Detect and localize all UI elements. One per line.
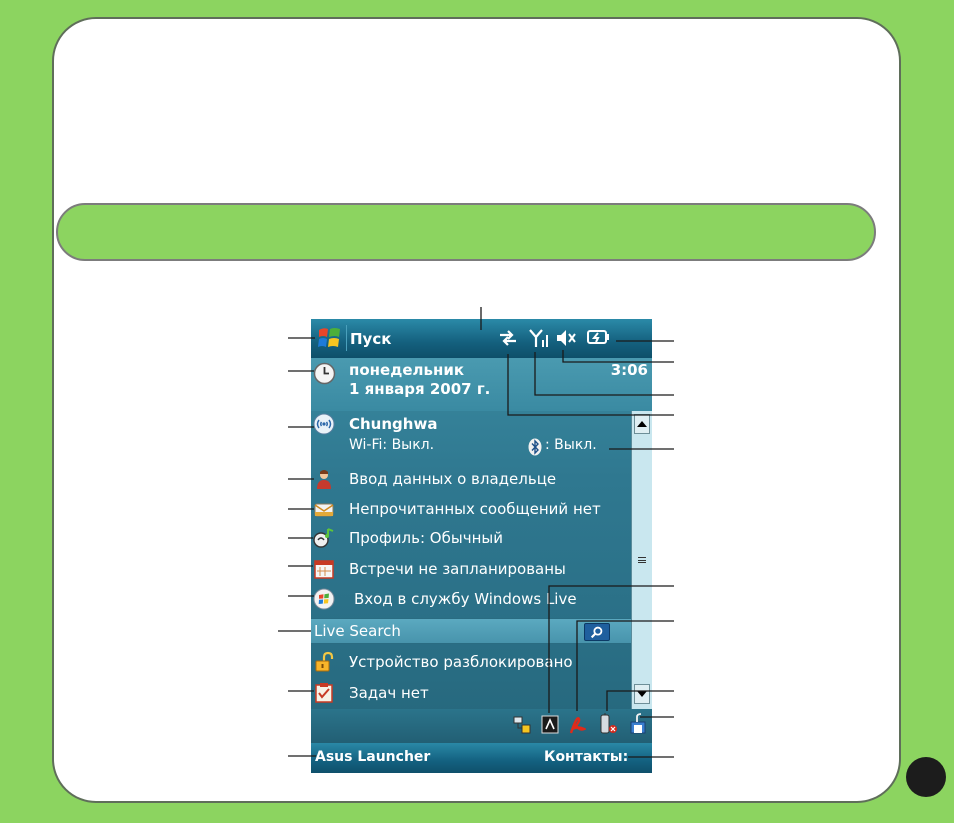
arrow-up-icon xyxy=(637,421,647,427)
windows-live-item[interactable]: Вход в службу Windows Live xyxy=(354,590,577,608)
search-button[interactable] xyxy=(584,623,610,641)
clock-icon xyxy=(313,362,336,385)
current-time: 3:06 xyxy=(610,361,648,379)
section-banner xyxy=(56,203,876,261)
arrow-down-icon xyxy=(637,691,647,697)
search-input[interactable]: Live Search xyxy=(311,618,631,644)
day-of-week: понедельник xyxy=(349,361,465,379)
profile-icon xyxy=(313,528,334,548)
wireless-manager-icon xyxy=(313,413,335,435)
calendar-item[interactable]: Встречи не запланированы xyxy=(349,560,566,578)
operator-name[interactable]: Chunghwa xyxy=(349,415,437,433)
start-button-label[interactable]: Пуск xyxy=(350,330,391,348)
scroll-down-button[interactable] xyxy=(634,684,650,704)
current-date: 1 января 2007 г. xyxy=(349,380,491,398)
right-softkey[interactable]: Контакты: xyxy=(544,749,931,765)
connectivity-arrows-icon[interactable] xyxy=(497,328,519,348)
messages-item[interactable]: Непрочитанных сообщений нет xyxy=(349,500,601,518)
storage-icon[interactable] xyxy=(629,713,647,735)
scroll-thumb-grip[interactable] xyxy=(638,557,646,563)
owner-info-item[interactable]: Ввод данных о владельце xyxy=(349,470,556,488)
speaker-muted-icon[interactable] xyxy=(555,328,577,348)
lock-icon xyxy=(315,651,334,672)
network-icon[interactable] xyxy=(513,713,531,735)
tasks-item[interactable]: Задач нет xyxy=(349,684,429,702)
usb-icon[interactable] xyxy=(541,713,559,735)
bluetooth-status[interactable]: : Выкл. xyxy=(545,437,597,453)
scrollbar[interactable] xyxy=(631,411,652,709)
owner-icon xyxy=(317,470,331,489)
bluetooth-device-icon[interactable] xyxy=(599,713,617,735)
bluetooth-icon xyxy=(528,438,542,456)
messages-icon xyxy=(314,503,334,517)
acrobat-icon[interactable] xyxy=(568,713,586,735)
battery-charging-icon[interactable] xyxy=(585,328,611,348)
start-separator xyxy=(346,325,347,351)
device-lock-item[interactable]: Устройство разблокировано xyxy=(349,653,573,671)
windows-flag-icon[interactable] xyxy=(317,326,342,351)
wifi-status[interactable]: Wi-Fi: Выкл. xyxy=(349,437,434,453)
signal-strength-icon[interactable] xyxy=(529,328,551,348)
profile-item[interactable]: Профиль: Обычный xyxy=(349,529,503,547)
pda-today-screen: Пуск понедельник 1 января 2007 г. 3:06 C… xyxy=(311,319,652,773)
left-softkey[interactable]: Asus Launcher xyxy=(315,749,430,765)
tasks-icon xyxy=(315,683,333,703)
search-label: Live Search xyxy=(314,622,401,640)
calendar-icon xyxy=(314,560,334,579)
windows-live-icon xyxy=(313,588,335,610)
scroll-up-button[interactable] xyxy=(634,414,650,434)
